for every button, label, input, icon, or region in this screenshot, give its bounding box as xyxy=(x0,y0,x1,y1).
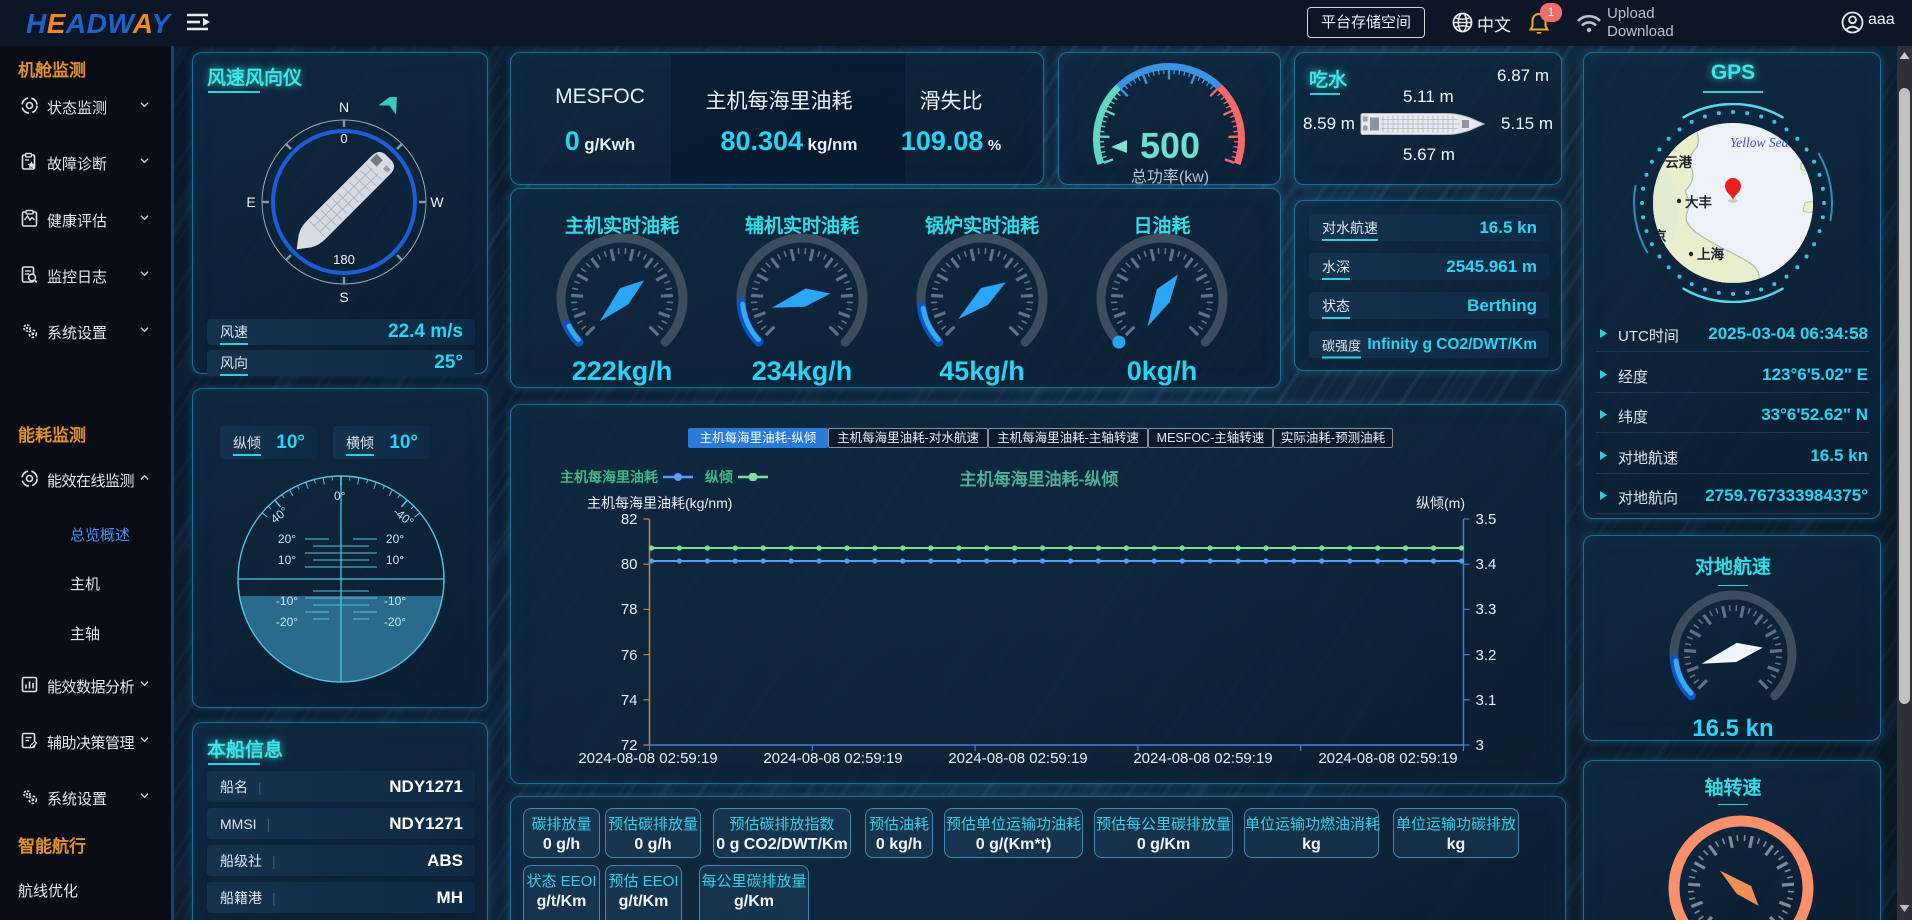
svg-text:80: 80 xyxy=(621,556,638,573)
svg-text:74: 74 xyxy=(621,692,638,709)
svg-text:2024-08-08 02:59:19: 2024-08-08 02:59:19 xyxy=(948,750,1087,767)
svg-text:40°: 40° xyxy=(268,504,291,526)
svg-text:上海: 上海 xyxy=(1697,246,1725,262)
svg-text:2024-08-08 02:59:19: 2024-08-08 02:59:19 xyxy=(1133,750,1272,767)
svg-text:-20°: -20° xyxy=(276,615,298,629)
svg-text:S: S xyxy=(339,289,348,305)
svg-text:E: E xyxy=(246,194,255,210)
svg-text:3.3: 3.3 xyxy=(1476,601,1497,618)
svg-text:2024-08-08 02:59:19: 2024-08-08 02:59:19 xyxy=(578,750,717,767)
svg-text:3.5: 3.5 xyxy=(1476,511,1497,528)
svg-text:2024-08-08 02:59:19: 2024-08-08 02:59:19 xyxy=(1318,750,1457,767)
svg-text:0: 0 xyxy=(340,131,347,146)
svg-text:20°: 20° xyxy=(278,532,296,546)
svg-text:3.4: 3.4 xyxy=(1476,556,1497,573)
svg-text:82: 82 xyxy=(621,511,638,528)
svg-text:2024-08-08 02:59:19: 2024-08-08 02:59:19 xyxy=(763,750,902,767)
svg-text:云港: 云港 xyxy=(1665,154,1693,170)
svg-text:180: 180 xyxy=(333,252,355,267)
svg-text:-10°: -10° xyxy=(276,594,298,608)
svg-text:W: W xyxy=(430,194,444,210)
svg-text:0°: 0° xyxy=(334,489,346,503)
svg-text:20°: 20° xyxy=(386,532,404,546)
svg-text:N: N xyxy=(339,99,349,115)
svg-text:3: 3 xyxy=(1476,737,1484,754)
svg-text:京: 京 xyxy=(1653,228,1667,244)
svg-text:-20°: -20° xyxy=(384,615,406,629)
svg-text:10°: 10° xyxy=(278,553,296,567)
svg-text:78: 78 xyxy=(621,601,638,618)
svg-text:10°: 10° xyxy=(386,553,404,567)
svg-text:大丰: 大丰 xyxy=(1685,194,1713,210)
svg-text:Yellow Sea: Yellow Sea xyxy=(1730,135,1789,150)
svg-text:-40°: -40° xyxy=(390,505,416,530)
svg-text:3.2: 3.2 xyxy=(1476,647,1497,664)
svg-text:-10°: -10° xyxy=(384,594,406,608)
svg-text:3.1: 3.1 xyxy=(1476,692,1497,709)
svg-text:76: 76 xyxy=(621,647,638,664)
